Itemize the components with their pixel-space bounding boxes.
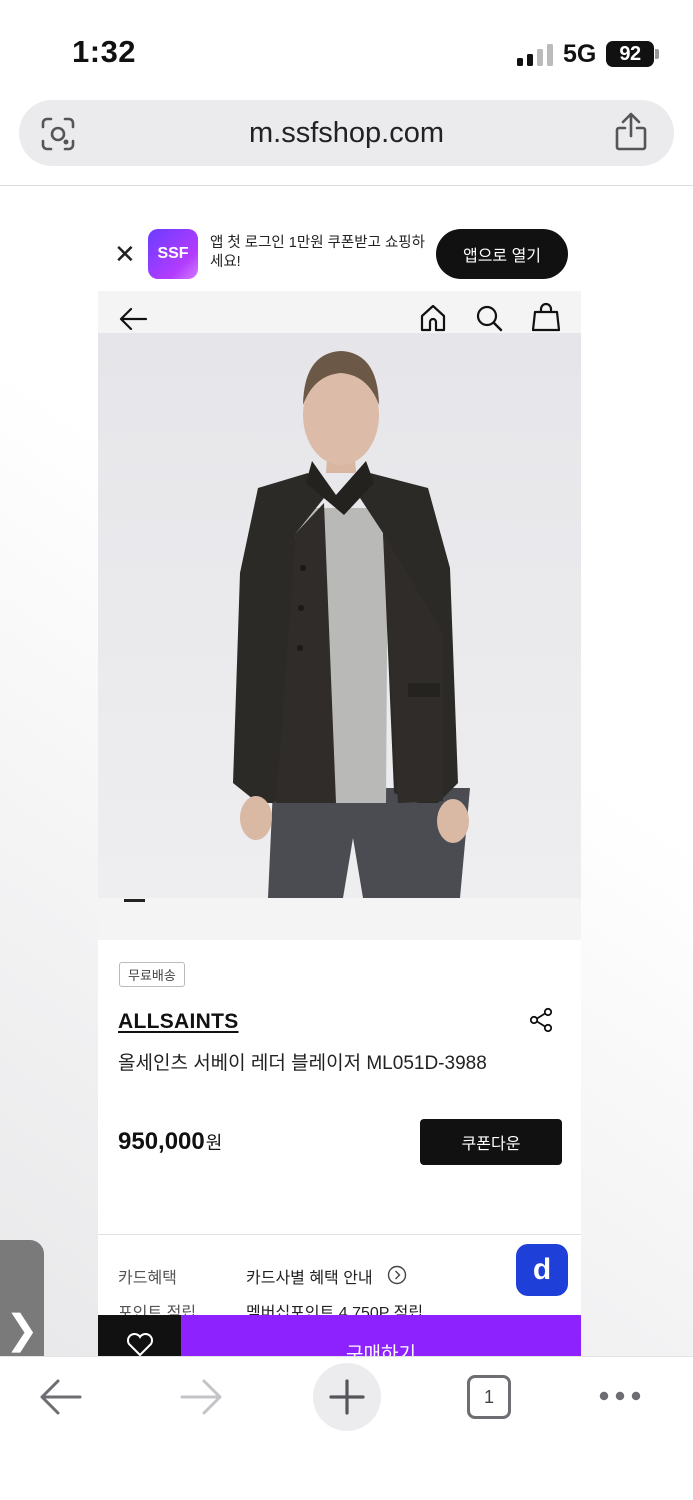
section-divider	[98, 1234, 581, 1235]
product-share-icon[interactable]	[528, 1007, 554, 1033]
floating-d-button[interactable]: d	[516, 1244, 568, 1296]
purchase-bar: 구매하기	[98, 1315, 581, 1356]
address-bar[interactable]: m.ssfshop.com	[19, 100, 674, 166]
tabs-button[interactable]: 1	[467, 1375, 511, 1419]
ssf-app-logo: SSF	[148, 229, 198, 279]
product-name: 올세인츠 서베이 레더 블레이저 ML051D-3988	[118, 1053, 487, 1074]
wishlist-button[interactable]	[98, 1315, 181, 1356]
open-in-app-button[interactable]: 앱으로 열기	[436, 229, 568, 279]
coupon-download-button[interactable]: 쿠폰다운	[420, 1119, 562, 1165]
free-shipping-badge: 무료배송	[119, 962, 185, 987]
chevron-right-circle-icon[interactable]	[387, 1265, 407, 1285]
plus-icon	[329, 1379, 365, 1415]
more-options-icon[interactable]	[598, 1388, 642, 1404]
image-pager-strip	[98, 898, 581, 940]
url-text[interactable]: m.ssfshop.com	[19, 100, 674, 166]
browser-forward-icon[interactable]	[180, 1377, 224, 1417]
screen: 1:32 5G 92 m.ssfshop.com ✕ SSF 앱 첫 로그인 1…	[0, 0, 693, 1500]
browser-back-icon[interactable]	[38, 1377, 82, 1417]
heart-icon	[126, 1333, 153, 1356]
battery-icon: 92	[606, 41, 654, 67]
image-pager-indicator	[124, 899, 145, 902]
card-benefit-link[interactable]: 카드사별 혜택 안내	[246, 1264, 373, 1288]
shopping-bag-icon[interactable]	[532, 302, 560, 332]
card-benefit-label: 카드혜택	[118, 1270, 177, 1287]
search-icon[interactable]	[475, 304, 503, 332]
status-time: 1:32	[72, 34, 137, 69]
battery-cap	[655, 49, 659, 59]
product-header	[98, 291, 581, 333]
home-icon[interactable]	[420, 304, 446, 332]
banner-close-button[interactable]: ✕	[114, 239, 136, 270]
cellular-signal-icon	[517, 44, 553, 66]
brand-link[interactable]: ALLSAINTS	[118, 1010, 239, 1034]
visual-lookup-icon[interactable]	[40, 116, 76, 152]
buy-button[interactable]: 구매하기	[181, 1315, 581, 1356]
price-unit: 원	[205, 1133, 223, 1153]
banner-message: 앱 첫 로그인 1만원 쿠폰받고 쇼핑하세요!	[210, 235, 425, 270]
model-photo	[233, 351, 470, 898]
new-tab-button[interactable]	[313, 1363, 381, 1431]
product-image[interactable]	[98, 333, 581, 898]
price-amount: 950,000	[118, 1128, 205, 1155]
tab-count: 1	[483, 1386, 494, 1407]
battery-level: 92	[619, 42, 641, 65]
share-icon[interactable]	[614, 112, 648, 152]
back-arrow-icon[interactable]	[118, 305, 148, 333]
network-type: 5G	[563, 40, 597, 68]
product-price: 950,000원	[118, 1128, 222, 1156]
